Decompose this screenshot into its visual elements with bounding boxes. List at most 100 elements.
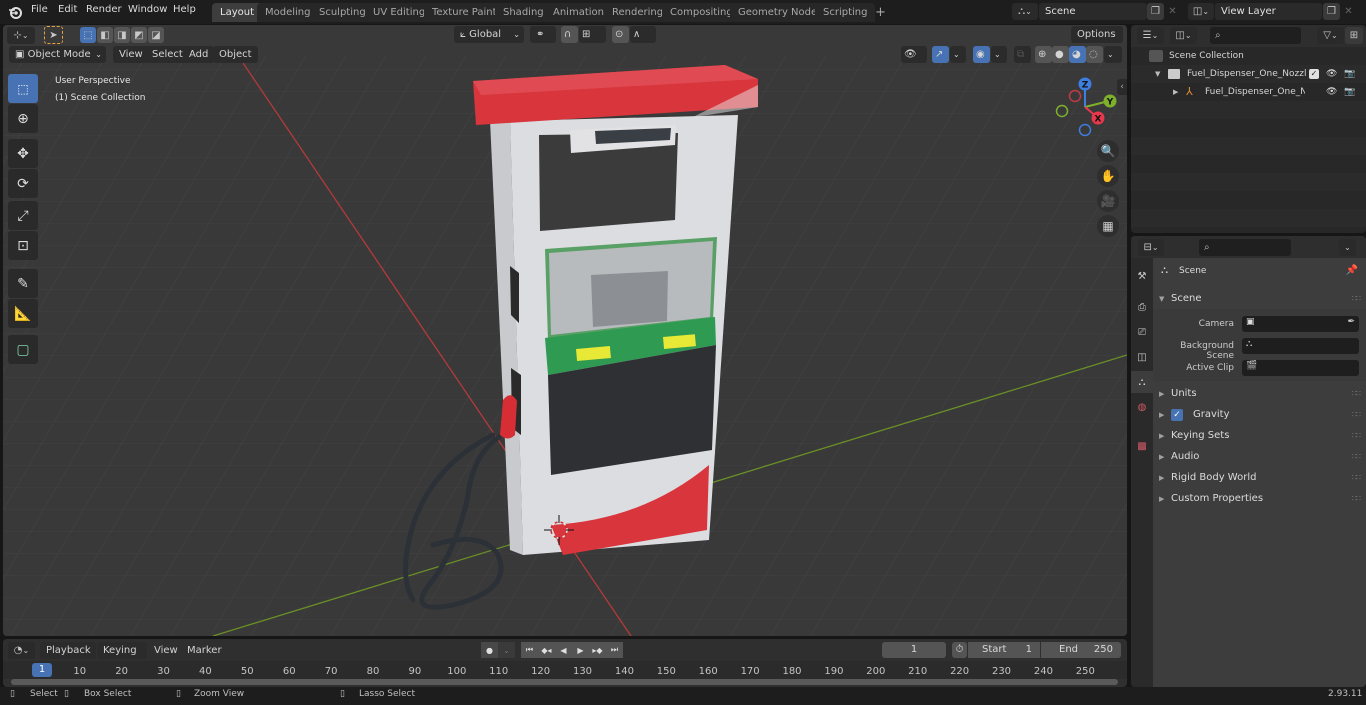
- neg-y-axis-icon[interactable]: [1055, 104, 1069, 118]
- tab-tool[interactable]: ⚒: [1131, 265, 1153, 287]
- drag-grip-icon[interactable]: ∷∷: [1352, 405, 1361, 425]
- menu-playback[interactable]: Playback ⌄: [40, 642, 96, 672]
- shading-solid-button[interactable]: ●: [1052, 46, 1069, 63]
- delete-scene-icon[interactable]: ✕: [1164, 3, 1181, 20]
- panel-audio[interactable]: ▶ Audio ∷∷: [1153, 447, 1366, 467]
- camera-field[interactable]: ▣ ✒: [1242, 316, 1359, 332]
- menu-marker[interactable]: Marker: [181, 642, 228, 659]
- scene-selector-button[interactable]: ⛬ ⌄: [1012, 3, 1038, 20]
- options-dropdown[interactable]: Options ⌄: [1071, 26, 1123, 56]
- tab-uv-editing[interactable]: UV Editing: [365, 3, 434, 22]
- outliner-scene-collection[interactable]: Scene Collection: [1131, 47, 1366, 65]
- shading-material-button[interactable]: ◕: [1069, 46, 1086, 63]
- new-collection-icon[interactable]: ⊞: [1345, 27, 1363, 44]
- panel-gravity[interactable]: ▶ ✓ Gravity ∷∷: [1153, 405, 1366, 425]
- sidebar-toggle-icon[interactable]: ‹: [1117, 79, 1127, 95]
- stopwatch-icon[interactable]: ⏱: [952, 642, 967, 658]
- tab-view-layer[interactable]: ◫: [1131, 346, 1153, 368]
- timeline-editor-type-button[interactable]: ◔ ⌄: [8, 642, 35, 659]
- tab-modeling[interactable]: Modeling: [257, 3, 319, 22]
- auto-keying-dropdown[interactable]: ⌄: [498, 642, 515, 658]
- add-workspace-button[interactable]: +: [867, 3, 894, 22]
- panel-keying-sets[interactable]: ▶ Keying Sets ∷∷: [1153, 426, 1366, 446]
- eye-visibility-icon[interactable]: 👁: [1326, 83, 1337, 101]
- timeline-scrollbar[interactable]: [11, 679, 1118, 685]
- select-mode-extend-icon[interactable]: ◧: [97, 27, 113, 43]
- jump-to-start-button[interactable]: ⏮: [521, 642, 538, 658]
- tab-scene[interactable]: ⛬: [1131, 371, 1153, 393]
- tab-layout[interactable]: Layout: [212, 3, 262, 22]
- start-frame-field[interactable]: Start 1: [968, 642, 1040, 658]
- menu-file[interactable]: File: [31, 4, 48, 15]
- menu-keying[interactable]: Keying ⌄: [97, 642, 147, 672]
- tab-world[interactable]: ◍: [1131, 396, 1153, 418]
- drag-grip-icon[interactable]: ∷∷: [1352, 447, 1361, 467]
- select-mode-invert-icon[interactable]: ◩: [131, 27, 147, 43]
- pin-icon[interactable]: 📌: [1346, 265, 1358, 276]
- next-keyframe-button[interactable]: ▸◆: [589, 642, 606, 658]
- pivot-point-dropdown[interactable]: ⚭: [530, 26, 556, 43]
- play-button[interactable]: ▶: [572, 642, 589, 658]
- expand-triangle-icon[interactable]: ▼: [1155, 65, 1160, 83]
- camera-view-button[interactable]: 🎥: [1097, 190, 1119, 212]
- shading-dropdown[interactable]: ⌄: [1104, 46, 1122, 63]
- blender-logo-icon[interactable]: [7, 4, 23, 20]
- navigation-gizmo[interactable]: Z Y X: [1053, 75, 1123, 140]
- new-scene-icon[interactable]: ❐: [1147, 3, 1164, 20]
- drag-grip-icon[interactable]: ∷∷: [1352, 426, 1361, 446]
- gravity-checkbox[interactable]: ✓: [1171, 409, 1183, 421]
- menu-help[interactable]: Help: [173, 4, 196, 15]
- tool-cursor[interactable]: ⊕: [8, 104, 38, 133]
- object-mode-dropdown[interactable]: ▣ Object Mode ⌄: [9, 46, 106, 63]
- menu-window[interactable]: Window: [128, 4, 167, 15]
- shading-wireframe-button[interactable]: ⊕: [1035, 46, 1052, 63]
- menu-render[interactable]: Render: [86, 4, 122, 15]
- new-view-layer-icon[interactable]: ❐: [1323, 3, 1340, 20]
- transform-orientation-dropdown[interactable]: ⟀ Global ⌄: [454, 26, 524, 43]
- 3d-viewport[interactable]: ⊹ ⌄ ➤ ⬚ ◧ ◨ ◩ ◪ ⟀ Global ⌄ ⚭ ∩ ⊞ ⊙ ∧ Optio…: [3, 25, 1127, 636]
- gizmo-toggle[interactable]: ↗: [932, 46, 949, 63]
- overlay-dropdown[interactable]: ⌄: [991, 46, 1007, 63]
- eyedropper-icon[interactable]: ✒: [1347, 317, 1355, 327]
- zoom-view-button[interactable]: 🔍: [1097, 140, 1119, 162]
- snap-target-dropdown[interactable]: ⊞: [579, 26, 606, 43]
- exclude-checkbox[interactable]: ✓: [1309, 69, 1319, 79]
- expand-triangle-icon[interactable]: ▶: [1173, 83, 1178, 101]
- outliner-item[interactable]: ▼ Fuel_Dispenser_One_Nozzle_( ✓ 👁 📷: [1131, 65, 1366, 83]
- tab-render[interactable]: ⎙: [1131, 296, 1153, 318]
- view-layer-selector-button[interactable]: ◫ ⌄: [1188, 3, 1214, 20]
- panel-scene-header[interactable]: ▼ Scene ∷∷: [1153, 289, 1366, 309]
- delete-view-layer-icon[interactable]: ✕: [1340, 3, 1357, 20]
- menu-timeline-view[interactable]: View: [148, 642, 184, 659]
- prev-keyframe-button[interactable]: ◆◂: [538, 642, 555, 658]
- properties-search-input[interactable]: ⌕: [1199, 239, 1291, 256]
- proportional-edit-toggle[interactable]: ⊙: [612, 26, 629, 43]
- select-mode-new-icon[interactable]: ⬚: [80, 27, 96, 43]
- menu-edit[interactable]: Edit: [58, 4, 77, 15]
- tab-texture-paint[interactable]: Texture Paint: [424, 3, 505, 22]
- ortho-toggle-button[interactable]: ▦: [1097, 215, 1119, 237]
- tab-shading[interactable]: Shading: [495, 3, 552, 22]
- snap-toggle[interactable]: ∩: [561, 26, 578, 43]
- editor-type-button[interactable]: ⊹ ⌄: [7, 27, 35, 44]
- overlay-toggle[interactable]: ◉: [973, 46, 990, 63]
- auto-keying-toggle[interactable]: ●: [481, 642, 498, 658]
- scene-name-field[interactable]: Scene: [1039, 3, 1147, 20]
- select-mode-intersect-icon[interactable]: ◪: [148, 27, 164, 43]
- outliner-editor-type-button[interactable]: ☰ ⌄: [1137, 27, 1164, 44]
- tab-compositing[interactable]: Compositing: [662, 3, 741, 22]
- drag-grip-icon[interactable]: ∷∷: [1352, 289, 1361, 309]
- render-camera-icon[interactable]: 📷: [1344, 65, 1355, 83]
- tab-output[interactable]: ⎚: [1131, 321, 1153, 343]
- tab-texture[interactable]: ▩: [1131, 435, 1153, 457]
- panel-custom-properties[interactable]: ▶ Custom Properties ∷∷: [1153, 489, 1366, 509]
- view-layer-name-field[interactable]: View Layer: [1215, 3, 1322, 20]
- menu-add[interactable]: Add: [183, 46, 215, 63]
- tool-move[interactable]: ✥: [8, 139, 38, 168]
- display-mode-dropdown[interactable]: ◫ ⌄: [1170, 27, 1197, 44]
- proportional-falloff-dropdown[interactable]: ∧: [630, 26, 656, 43]
- tool-measure[interactable]: 📐: [8, 299, 38, 328]
- outliner-search-input[interactable]: ⌕: [1210, 27, 1301, 44]
- neg-z-axis-icon[interactable]: [1078, 123, 1092, 137]
- object-visibility-dropdown[interactable]: 👁: [901, 46, 927, 63]
